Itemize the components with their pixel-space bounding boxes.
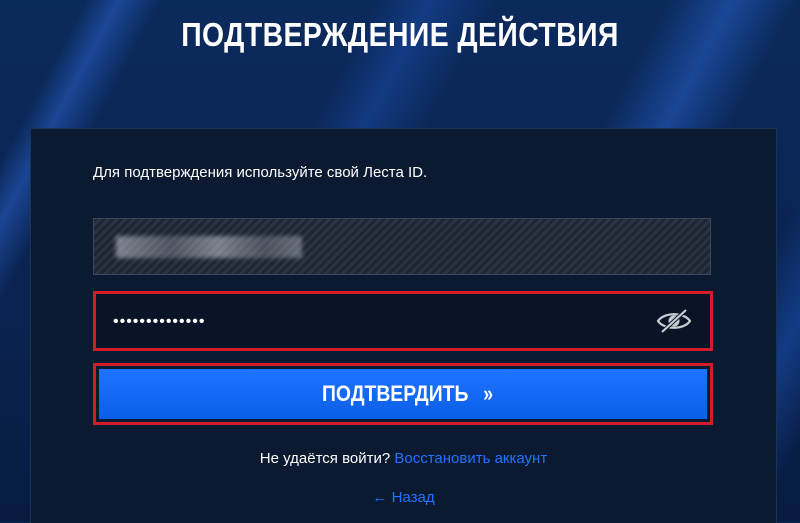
- back-label[interactable]: Назад: [392, 489, 435, 506]
- login-value-blurred: [116, 236, 302, 258]
- login-field-disabled: [93, 218, 711, 275]
- eye-slash-icon[interactable]: [656, 308, 692, 334]
- confirm-button-label: ПОДТВЕРДИТЬ: [321, 381, 469, 406]
- submit-highlight: ПОДТВЕРДИТЬ »: [93, 363, 713, 425]
- intro-text: Для подтверждения используйте свой Леста…: [93, 164, 428, 181]
- page-title: ПОДТВЕРЖДЕНИЕ ДЕЙСТВИЯ: [181, 16, 619, 53]
- confirm-card: Для подтверждения используйте свой Леста…: [30, 128, 777, 523]
- arrow-left-icon: ←: [372, 489, 388, 506]
- help-question: Не удаётся войти?: [259, 450, 391, 467]
- double-chevron-right-icon: »: [483, 381, 494, 406]
- back-link[interactable]: ← Назад: [31, 489, 776, 506]
- password-input[interactable]: [111, 307, 635, 337]
- confirm-button[interactable]: ПОДТВЕРДИТЬ »: [99, 369, 707, 419]
- recover-account-link[interactable]: Восстановить аккаунт: [394, 450, 547, 467]
- help-line: Не удаётся войти? Восстановить аккаунт: [31, 450, 776, 467]
- password-field[interactable]: [93, 291, 713, 351]
